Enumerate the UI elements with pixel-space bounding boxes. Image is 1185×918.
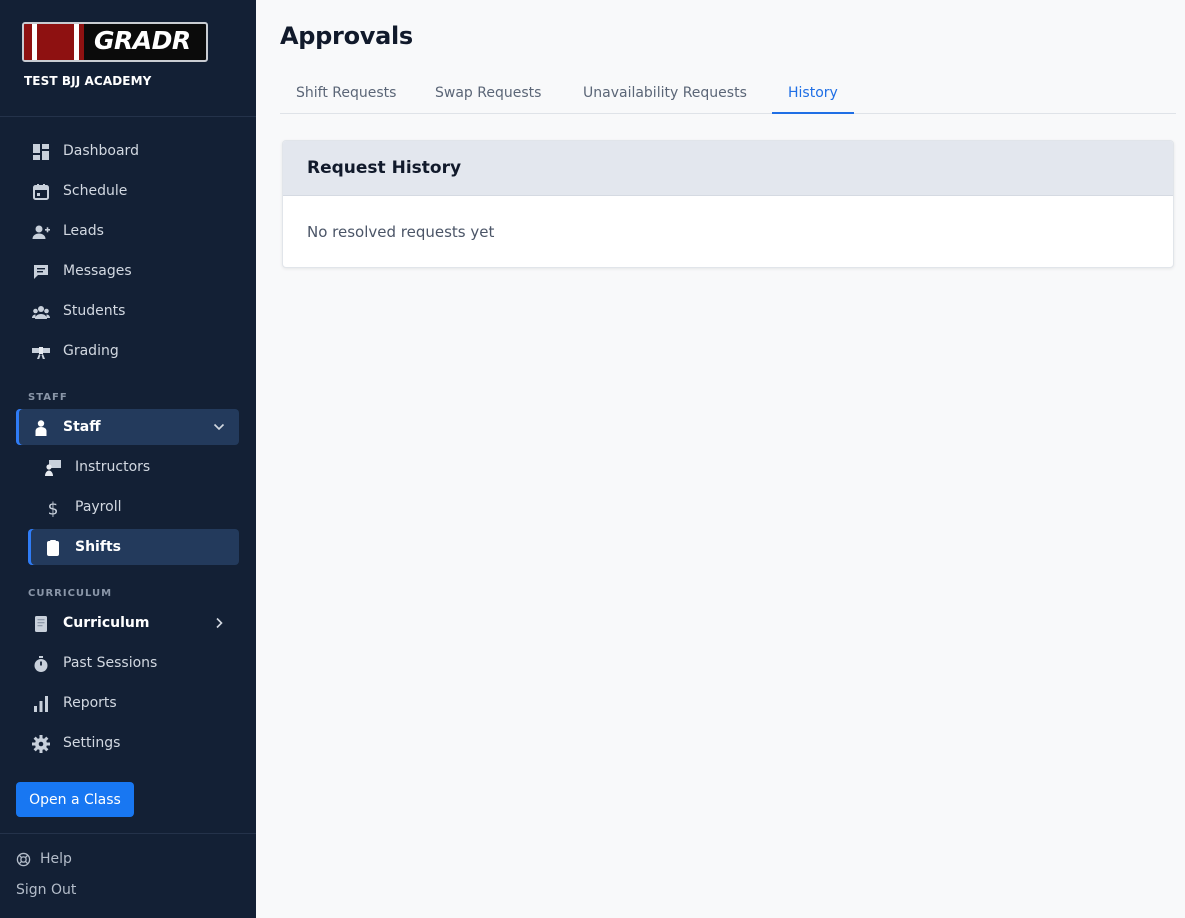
person-icon [32,419,50,437]
sidebar-divider [0,116,256,117]
sidebar-group-label: Staff [63,419,101,435]
chevron-down-icon[interactable] [213,421,225,433]
sidebar: GRADR TEST BJJ ACADEMY Dashboard Schedul… [0,0,256,918]
section-label-curriculum: CURRICULUM [28,588,113,599]
sidebar-group-staff[interactable]: Staff [16,409,239,445]
sidebar-group-curriculum[interactable]: Curriculum [16,605,239,641]
book-icon [32,615,50,633]
tab-swap-requests[interactable]: Swap Requests [419,76,557,114]
sidebar-item-students[interactable]: Students [16,293,239,329]
add-person-icon [32,223,50,241]
sidebar-item-reports[interactable]: Reports [16,685,239,721]
card-title: Request History [283,141,1173,196]
sidebar-item-label: Shifts [75,539,121,555]
chat-icon [32,263,50,281]
main-content: Approvals Shift Requests Swap Requests U… [256,0,1185,918]
open-a-class-button[interactable]: Open a Class [16,782,134,817]
sidebar-item-past-sessions[interactable]: Past Sessions [16,645,239,681]
clipboard-icon [44,539,62,557]
sidebar-footer-divider [0,833,256,834]
sidebar-item-settings[interactable]: Settings [16,725,239,761]
sidebar-item-label: Past Sessions [63,655,158,671]
sidebar-item-label: Reports [63,695,117,711]
sidebar-item-label: Payroll [75,499,122,515]
sidebar-item-instructors[interactable]: Instructors [16,449,239,485]
sidebar-item-label: Dashboard [63,143,139,159]
help-link[interactable]: Help [16,851,72,867]
group-icon [32,303,50,321]
sidebar-item-label: Instructors [75,459,151,475]
sidebar-item-shifts[interactable]: Shifts [28,529,239,565]
sidebar-item-label: Schedule [63,183,128,199]
sidebar-item-label: Leads [63,223,104,239]
svg-text:$: $ [48,500,59,518]
dashboard-icon [32,143,50,161]
tab-shift-requests[interactable]: Shift Requests [280,76,412,114]
help-label: Help [40,851,72,867]
sidebar-item-payroll[interactable]: $ Payroll [16,489,239,525]
request-history-card: Request History No resolved requests yet [282,140,1174,268]
section-label-staff: STAFF [28,392,68,403]
gear-icon [32,735,50,753]
sidebar-item-messages[interactable]: Messages [16,253,239,289]
lifebuoy-icon [16,852,31,867]
chevron-right-icon[interactable] [213,617,225,629]
sidebar-item-schedule[interactable]: Schedule [16,173,239,209]
calendar-icon [32,183,50,201]
gradr-logo[interactable]: GRADR [22,22,208,62]
sidebar-group-label: Curriculum [63,615,150,631]
dollar-icon: $ [44,499,62,518]
academy-name: TEST BJJ ACADEMY [24,74,152,88]
sidebar-item-label: Students [63,303,126,319]
sidebar-item-label: Grading [63,343,119,359]
tab-bar: Shift Requests Swap Requests Unavailabil… [280,76,1176,114]
sidebar-item-grading[interactable]: Grading [16,333,239,369]
tab-history[interactable]: History [772,76,854,114]
empty-state-text: No resolved requests yet [307,223,495,241]
instructor-icon [44,459,62,477]
stopwatch-icon [32,655,50,673]
belt-icon [32,343,50,361]
bar-chart-icon [32,695,50,713]
sidebar-item-dashboard[interactable]: Dashboard [16,133,239,169]
sign-out-link[interactable]: Sign Out [16,882,76,898]
sidebar-item-label: Messages [63,263,132,279]
sidebar-item-leads[interactable]: Leads [16,213,239,249]
page-title: Approvals [280,22,413,50]
logo-text: GRADR [94,26,191,55]
sidebar-item-label: Settings [63,735,121,751]
tab-unavailability-requests[interactable]: Unavailability Requests [567,76,763,114]
